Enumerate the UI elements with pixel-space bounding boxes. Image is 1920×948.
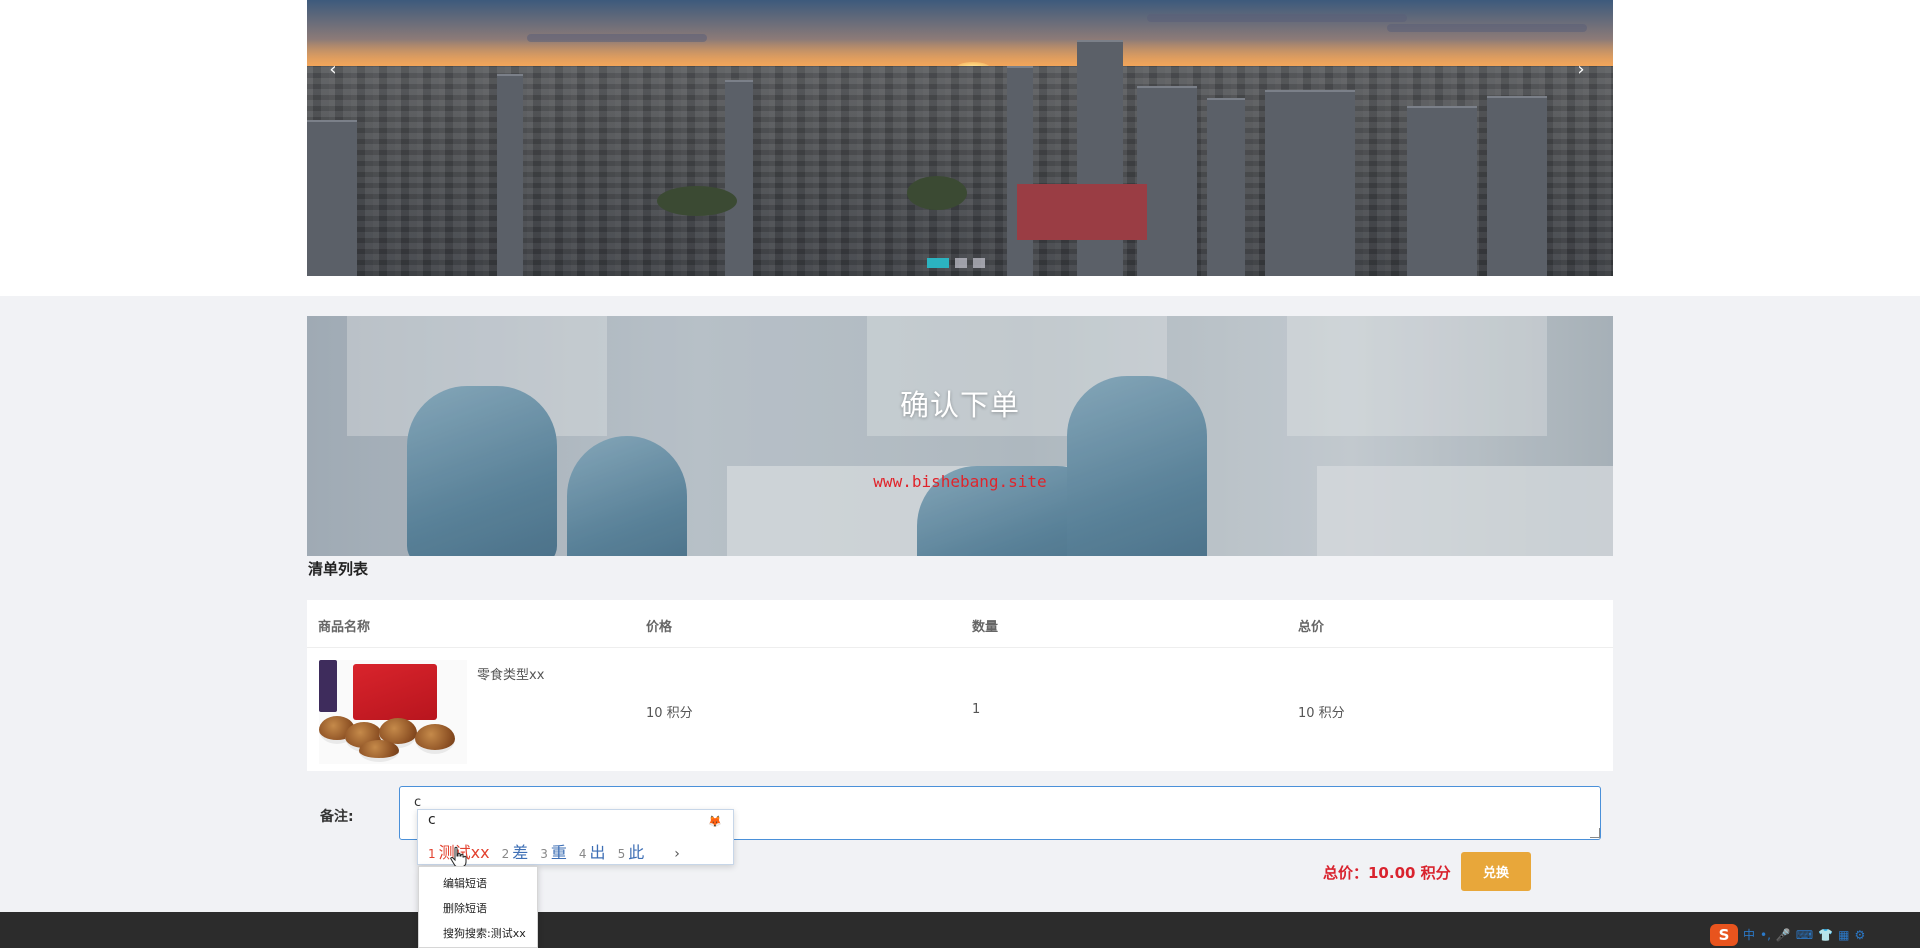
carousel-indicators [927,258,985,268]
column-header-price: 价格 [646,620,673,635]
carousel-dot-3[interactable] [973,258,985,268]
ime-skin-icon[interactable]: 🦊 [708,815,722,828]
tree-cluster [907,176,967,210]
ime-menu-sogou-search[interactable]: 搜狗搜索:测试xx [443,925,526,941]
building [1077,40,1123,276]
ime-candidate-4[interactable]: 4出 [579,839,606,863]
column-header-name: 商品名称 [318,620,371,635]
tree-cluster [657,186,737,216]
building [1137,86,1197,276]
ime-skin-icon[interactable]: 👕 [1818,924,1833,946]
ime-menu-delete-phrase[interactable]: 删除短语 [443,900,487,916]
product-image[interactable] [319,660,467,764]
ime-candidate-2[interactable]: 2差 [502,839,529,863]
building [1207,98,1245,276]
building [307,120,357,276]
confirm-order-banner: 确认下单 www.bishebang.site [307,316,1613,556]
hero-carousel[interactable]: ‹ › [307,0,1613,276]
product-quantity: 1 [972,702,981,717]
snack-bag [319,660,337,712]
red-roof-building [1017,184,1147,240]
building [497,74,523,276]
exchange-button[interactable]: 兑换 [1461,852,1531,891]
product-total: 10 积分 [1298,706,1345,721]
watermark-text: www.bishebang.site [873,472,1047,491]
cloud [527,34,707,42]
product-price: 10 积分 [646,706,693,721]
ime-next-page-icon[interactable]: › [674,846,680,862]
table-header: 商品名称 价格 数量 总价 [307,600,1613,648]
ime-settings-icon[interactable]: ⚙ [1855,924,1866,946]
ime-toolbox-icon[interactable]: ▦ [1838,924,1849,946]
page-footer [0,912,1920,948]
cloud [1147,14,1407,22]
gift-box [353,664,437,720]
nut-bowl [359,740,399,762]
ime-menu-edit-phrase[interactable]: 编辑短语 [443,875,487,891]
building [725,80,753,276]
ime-voice-icon[interactable]: 🎤 [1776,924,1791,946]
ime-context-menu: 编辑短语 删除短语 搜狗搜索:测试xx [418,866,538,948]
hand-pointer-icon [450,846,467,868]
ime-toolbar: S 中 •, 🎤 ⌨ 👕 ▦ ⚙ [1710,924,1865,946]
ime-keyboard-icon[interactable]: ⌨ [1796,924,1813,946]
carousel-dot-2[interactable] [955,258,967,268]
banner-shade [307,316,1613,556]
list-heading: 清单列表 [308,560,369,578]
nut-bowl [415,724,455,754]
page-title: 确认下单 [899,388,1020,422]
ime-candidate-3[interactable]: 3重 [540,839,567,863]
column-header-total: 总价 [1298,620,1325,635]
remark-label: 备注: [320,809,354,825]
carousel-next-button[interactable]: › [1571,60,1591,80]
city-skyline [307,40,1613,276]
product-name: 零食类型xx [477,668,545,683]
column-header-quantity: 数量 [972,620,999,635]
building [1487,96,1547,276]
building [1265,90,1355,276]
ime-pinyin-input: c [428,812,436,828]
order-table: 商品名称 价格 数量 总价 零食类型xx 10 积分 1 10 积分 [307,600,1613,771]
ime-punctuation-icon[interactable]: •, [1760,924,1771,946]
carousel-prev-button[interactable]: ‹ [323,60,343,80]
cloud [1387,24,1587,32]
carousel-dot-1[interactable] [927,258,949,268]
ime-candidate-5[interactable]: 5此 [618,839,645,863]
building [1007,66,1033,276]
ime-mode-chinese[interactable]: 中 [1743,924,1755,946]
building [1407,106,1477,276]
order-total: 总价：10.00 积分 [1323,864,1451,882]
sogou-logo-icon[interactable]: S [1710,924,1738,946]
textarea-resize-handle[interactable] [1590,828,1600,838]
